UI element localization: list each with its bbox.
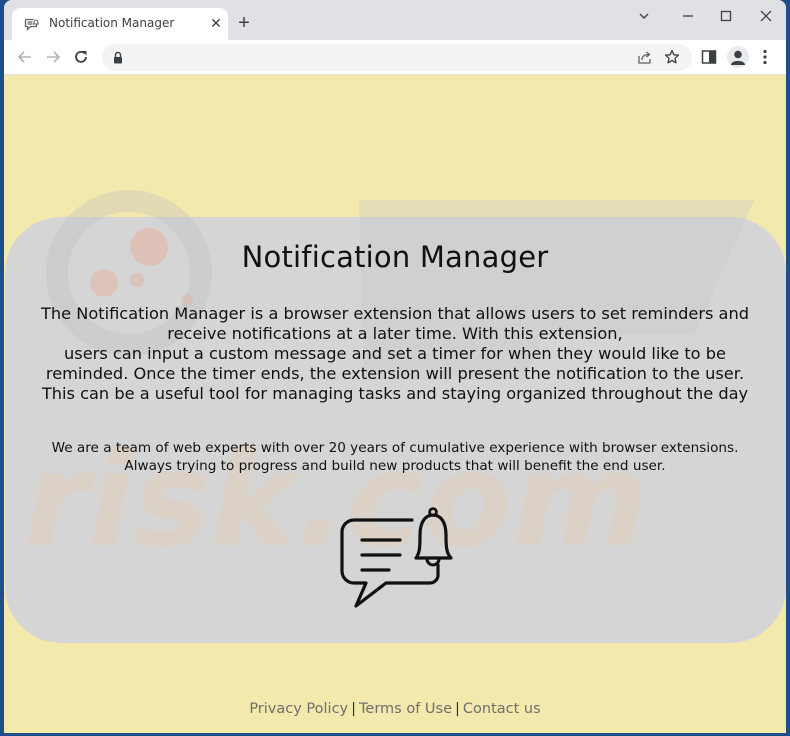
kebab-menu-icon[interactable] (760, 48, 770, 66)
description-line: receive notifications at a later time. W… (167, 324, 623, 343)
star-icon[interactable] (664, 49, 680, 65)
avatar-icon[interactable] (727, 46, 749, 68)
about-text: We are a team of web experts with over 2… (15, 440, 775, 475)
description-line: The Notification Manager is a browser ex… (40, 304, 750, 323)
description-line: reminded. Once the timer ends, the exten… (45, 364, 745, 383)
privacy-policy-link[interactable]: Privacy Policy (249, 701, 348, 717)
maximize-icon[interactable] (716, 6, 736, 26)
description-line: This can be a useful tool for managing t… (41, 384, 749, 403)
arrow-right-icon[interactable] (44, 48, 62, 66)
tab-strip: Notification Manager ✕ + (4, 0, 786, 40)
chat-bell-icon (24, 18, 39, 31)
description: The Notification Manager is a browser ex… (15, 304, 775, 404)
close-icon[interactable] (756, 6, 776, 26)
share-icon[interactable] (637, 49, 653, 65)
minimize-icon[interactable] (678, 6, 698, 26)
side-panel-icon[interactable] (701, 49, 717, 65)
tab-notification-manager[interactable]: Notification Manager ✕ (12, 8, 228, 40)
footer: Privacy Policy | Terms of Use | Contact us (4, 701, 786, 717)
footer-separator: | (455, 701, 460, 717)
footer-separator: | (351, 701, 357, 717)
close-icon[interactable]: ✕ (208, 14, 224, 32)
address-bar[interactable] (102, 44, 692, 71)
reload-icon[interactable] (72, 48, 90, 66)
terms-of-use-link[interactable]: Terms of Use (359, 701, 452, 717)
chat-bell-icon (340, 507, 453, 608)
about-line: Always trying to progress and build new … (124, 457, 666, 474)
main-content: Notification Manager The Notification Ma… (4, 217, 786, 475)
tab-title: Notification Manager (49, 16, 175, 30)
plus-icon[interactable]: + (234, 13, 254, 33)
about-line: We are a team of web experts with over 2… (51, 440, 739, 456)
browser-toolbar (4, 40, 786, 75)
contact-us-link[interactable]: Contact us (463, 701, 541, 717)
chevron-down-icon[interactable] (634, 6, 654, 26)
page-content: risk.com Notification Manager The Notifi… (4, 75, 786, 733)
description-line: users can input a custom message and set… (64, 344, 726, 363)
page-title: Notification Manager (241, 240, 549, 274)
lock-icon[interactable] (112, 51, 124, 64)
arrow-left-icon[interactable] (16, 48, 34, 66)
browser-window: Notification Manager ✕ + risk.com Notifi… (4, 0, 786, 733)
